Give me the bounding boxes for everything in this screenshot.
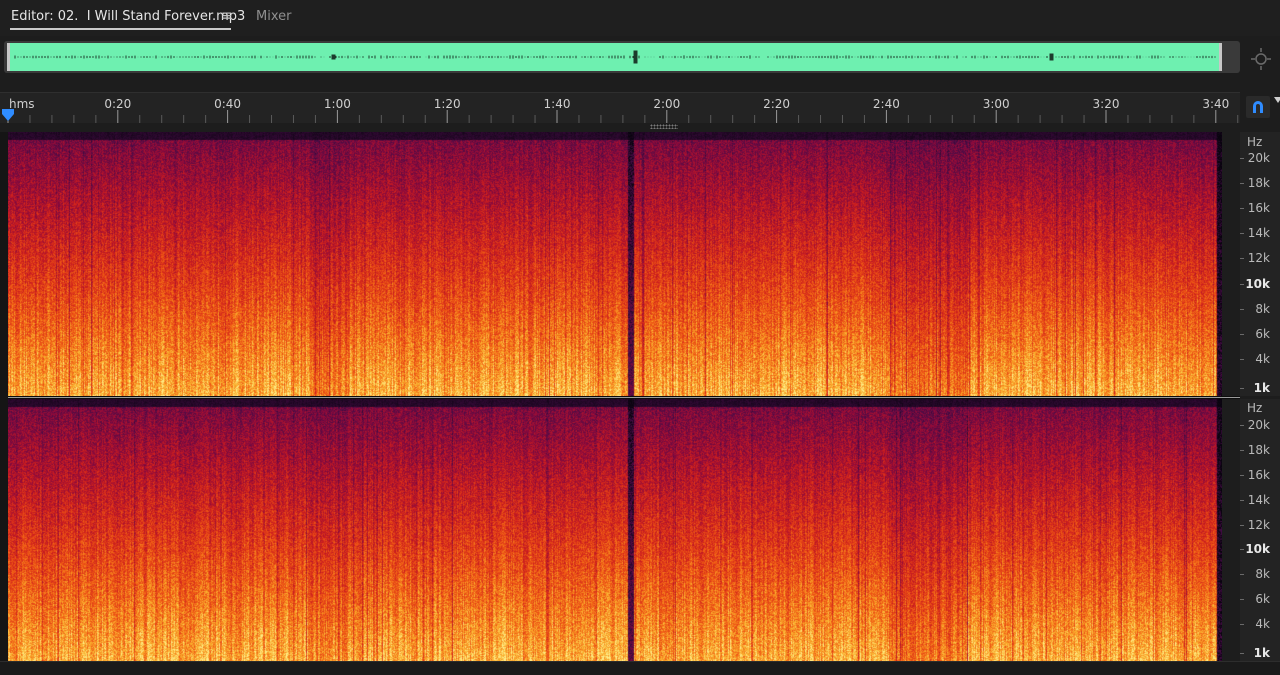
channel-divider-line	[8, 397, 1240, 398]
frequency-label: 1k	[1253, 381, 1270, 395]
ruler-tick-label: 2:40	[872, 97, 900, 111]
ruler-tick-label: 3:20	[1092, 97, 1120, 111]
frequency-label: 6k	[1255, 326, 1270, 341]
ruler-tick-label: 1:00	[323, 97, 351, 111]
frequency-label: 14k	[1247, 226, 1270, 241]
ruler-tick-label: 3:00	[982, 97, 1010, 111]
frequency-tick	[1240, 474, 1244, 476]
frequency-label: 20k	[1247, 151, 1270, 165]
frequency-tick	[1240, 449, 1244, 451]
horizontal-scrollbar[interactable]	[0, 661, 1280, 675]
ruler-tick-label: 1:20	[433, 97, 461, 111]
frequency-label: 16k	[1247, 201, 1270, 216]
hamburger-menu-icon[interactable]: ≡	[221, 8, 233, 24]
zoom-icon[interactable]	[1250, 46, 1272, 70]
frequency-label: 16k	[1247, 467, 1270, 482]
hz-unit-label: Hz	[1247, 401, 1263, 415]
frequency-tick	[1240, 308, 1244, 310]
frequency-label: 8k	[1255, 567, 1270, 582]
frequency-tick	[1240, 524, 1244, 526]
ruler-tick-label: 3:40	[1202, 97, 1230, 111]
time-ruler[interactable]: hms 0:20 0:40 1:00 1:20 1:40 2:00 2:20 2:40 3:00…	[0, 92, 1240, 123]
playhead-marker-icon[interactable]	[1, 108, 15, 122]
frequency-tick	[1240, 549, 1244, 551]
tab-mixer[interactable]: Mixer	[256, 9, 291, 24]
frequency-label: 18k	[1247, 176, 1270, 191]
frequency-tick	[1240, 574, 1244, 576]
hz-unit-label: Hz	[1247, 135, 1263, 149]
frequency-tick	[1240, 599, 1244, 601]
snapping-magnet-icon[interactable]	[1246, 96, 1270, 118]
frequency-tick	[1240, 233, 1244, 235]
frequency-tick	[1240, 358, 1244, 360]
frequency-tick	[1240, 283, 1244, 285]
frequency-label: 20k	[1247, 418, 1270, 432]
frequency-tick	[1240, 258, 1244, 260]
tab-editor[interactable]: Editor: 02. I Will Stand Forever.mp3	[11, 9, 245, 24]
track-left-edge	[0, 132, 8, 661]
ruler-ticks	[7, 110, 1239, 123]
context-menu-triangle-icon[interactable]	[1274, 97, 1280, 103]
ruler-tick-label: 2:00	[653, 97, 681, 111]
frequency-label: 10k	[1245, 542, 1270, 557]
frequency-label: 12k	[1247, 251, 1270, 266]
frequency-tick	[1240, 624, 1244, 626]
overview-waveform[interactable]	[4, 41, 1240, 73]
frequency-label: 4k	[1255, 351, 1270, 366]
frequency-label: 8k	[1255, 301, 1270, 316]
ruler-tick-label: 0:20	[104, 97, 132, 111]
frequency-label: 4k	[1255, 617, 1270, 632]
frequency-tick	[1240, 388, 1244, 389]
frequency-label: 14k	[1247, 492, 1270, 507]
frequency-tick	[1240, 653, 1244, 654]
overview-waveform-graphic	[7, 43, 1222, 71]
spectrogram-channel-top[interactable]	[8, 132, 1222, 396]
frequency-tick	[1240, 499, 1244, 501]
active-tab-indicator	[10, 28, 231, 30]
frequency-tick	[1240, 425, 1244, 426]
frequency-scale-bottom: Hz 20k 18k 16k 14k 12k 10k 8k 6k 4k 1k	[1240, 399, 1280, 661]
frequency-label: 10k	[1245, 276, 1270, 291]
frequency-label: 18k	[1247, 442, 1270, 457]
frequency-label: 1k	[1253, 646, 1270, 660]
ruler-tick-label: 1:40	[543, 97, 571, 111]
channel-resize-grip[interactable]	[650, 124, 678, 129]
ruler-tick-label: 2:20	[763, 97, 791, 111]
frequency-label: 6k	[1255, 592, 1270, 607]
frequency-tick	[1240, 183, 1244, 185]
frequency-tick	[1240, 208, 1244, 210]
frequency-label: 12k	[1247, 517, 1270, 532]
spectrogram-channel-bottom[interactable]	[8, 399, 1222, 661]
ruler-tick-label: 0:40	[214, 97, 242, 111]
panel-tab-bar: Editor: 02. I Will Stand Forever.mp3 ≡ M…	[0, 0, 1280, 36]
frequency-tick	[1240, 158, 1244, 159]
frequency-tick	[1240, 333, 1244, 335]
frequency-scale-top: Hz 20k 18k 16k 14k 12k 10k 8k 6k 4k 1k	[1240, 132, 1280, 396]
